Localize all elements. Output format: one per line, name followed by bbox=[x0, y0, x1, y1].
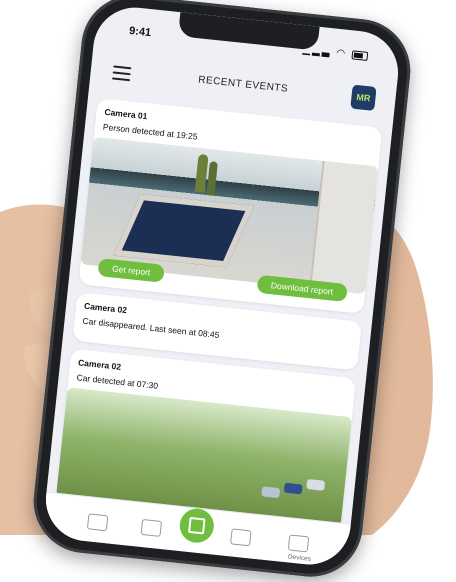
status-time: 9:41 bbox=[128, 24, 152, 40]
home-icon[interactable] bbox=[86, 513, 109, 532]
cars-shape bbox=[261, 470, 336, 507]
status-icons: ▁▂▃ ◠ bbox=[302, 44, 369, 62]
event-card[interactable]: Camera 01 Person detected at 19:25 Get r… bbox=[78, 98, 383, 314]
tree-shape bbox=[206, 161, 218, 196]
grid-icon bbox=[188, 516, 206, 535]
avatar[interactable]: MR bbox=[350, 84, 377, 111]
devices-label: Devices bbox=[287, 553, 312, 563]
cameras-icon[interactable] bbox=[140, 518, 163, 537]
wall-shape bbox=[309, 160, 379, 294]
events-feed[interactable]: Camera 01 Person detected at 19:25 Get r… bbox=[55, 98, 383, 537]
pool-shape bbox=[113, 193, 254, 268]
events-icon[interactable] bbox=[230, 528, 252, 547]
devices-icon[interactable] bbox=[287, 534, 310, 553]
page-title: RECENT EVENTS bbox=[197, 74, 289, 95]
battery-icon bbox=[351, 50, 369, 61]
signal-icon: ▁▂▃ bbox=[302, 44, 333, 59]
phone-screen: 9:41 ▁▂▃ ◠ RECENT EVENTS MR Camera 01 Pe… bbox=[41, 3, 403, 569]
phone: 9:41 ▁▂▃ ◠ RECENT EVENTS MR Camera 01 Pe… bbox=[28, 0, 416, 582]
dashboard-button[interactable] bbox=[178, 506, 216, 545]
wifi-icon: ◠ bbox=[335, 47, 348, 60]
